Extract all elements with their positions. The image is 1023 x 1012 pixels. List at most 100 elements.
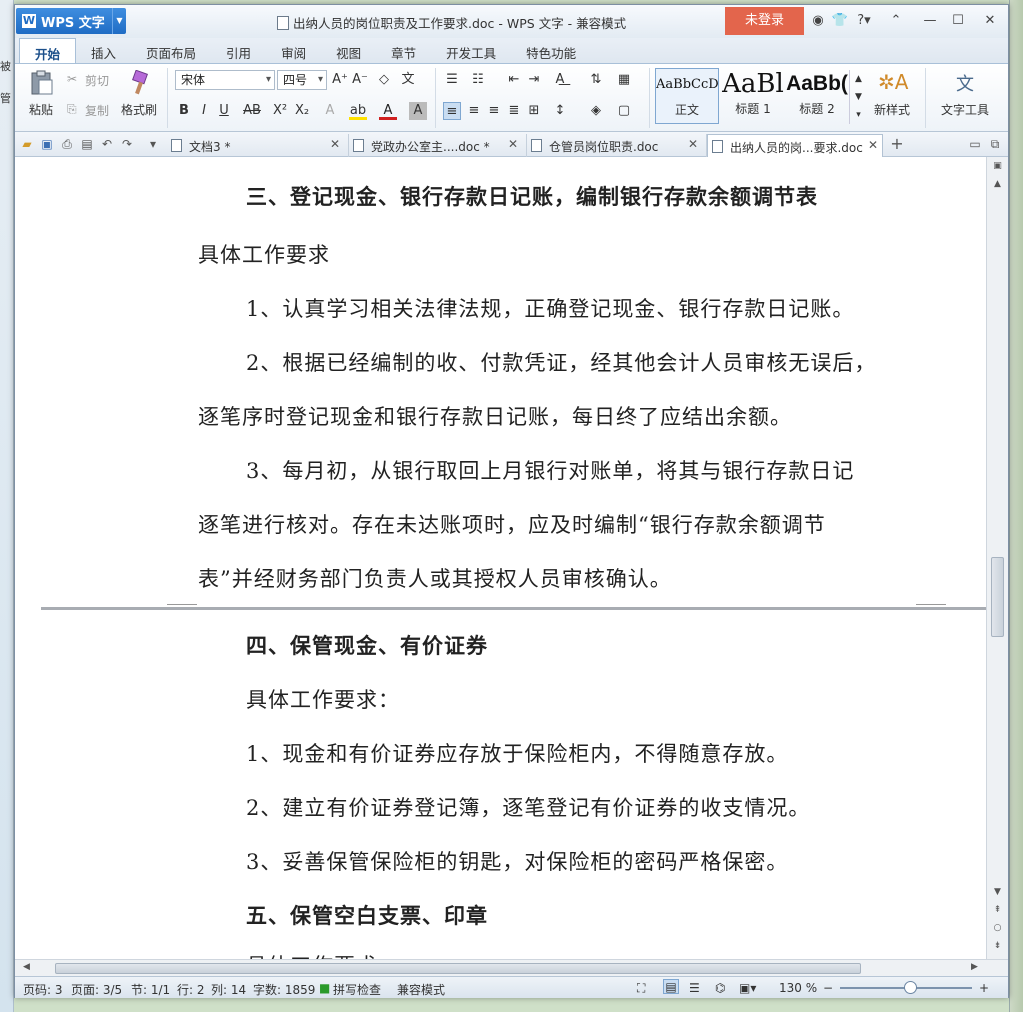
zoom-level[interactable]: 130 % <box>779 981 817 995</box>
quick-access-menu-icon[interactable]: ▾ <box>145 137 161 151</box>
text-tools-button[interactable]: 文 文字工具 <box>933 70 997 118</box>
bullets-icon[interactable]: ☰ <box>443 71 461 89</box>
tab-section[interactable]: 章节 <box>376 38 431 63</box>
shirt-icon[interactable]: 👕 <box>831 12 849 30</box>
line-spacing-icon[interactable]: ↕ <box>551 102 569 120</box>
text-paragraph[interactable]: 具体工作要求： <box>246 684 400 714</box>
char-shading-icon[interactable]: A <box>409 102 427 120</box>
text-paragraph[interactable]: 1、现金和有价证券应存放于保险柜内，不得随意存放。 <box>246 738 788 768</box>
tab-page-layout[interactable]: 页面布局 <box>131 38 211 63</box>
text-paragraph[interactable]: 逐笔序时登记现金和银行存款日记账，每日终了应结出余额。 <box>198 401 792 431</box>
align-right-icon[interactable]: ≡ <box>485 102 503 120</box>
clear-format-icon[interactable]: ◇ <box>375 71 393 89</box>
heading-paragraph[interactable]: 四、保管现金、有价证券 <box>246 630 488 660</box>
chevron-down-icon[interactable]: ▼ <box>112 8 126 34</box>
zoom-slider-knob[interactable] <box>904 981 917 994</box>
text-paragraph[interactable]: 3、妥善保管保险柜的钥匙，对保险柜的密码严格保密。 <box>246 846 788 876</box>
browse-object-icon[interactable]: ○ <box>990 923 1005 933</box>
grow-font-icon[interactable]: A⁺ <box>331 71 349 89</box>
shrink-font-icon[interactable]: A⁻ <box>351 71 369 89</box>
spell-check-toggle[interactable]: 拼写检查 <box>333 981 381 998</box>
heading-paragraph[interactable]: 五、保管空白支票、印章 <box>246 900 488 930</box>
document-canvas[interactable]: 三、登记现金、银行存款日记账，编制银行存款余额调节表 具体工作要求 1、认真学习… <box>15 157 986 959</box>
tab-insert[interactable]: 插入 <box>76 38 131 63</box>
font-name-select[interactable]: 宋体 <box>175 70 275 90</box>
increase-indent-icon[interactable]: ⇥ <box>525 71 543 89</box>
style-heading-2[interactable]: AaBb( 标题 2 <box>785 68 849 124</box>
text-direction-icon[interactable]: A͟ <box>551 71 569 89</box>
subscript-icon[interactable]: X₂ <box>293 102 311 120</box>
tab-review[interactable]: 审阅 <box>266 38 321 63</box>
italic-icon[interactable]: I <box>195 102 213 120</box>
cut-label[interactable]: 剪切 <box>85 72 109 89</box>
redo-icon[interactable]: ↷ <box>119 137 135 151</box>
text-paragraph[interactable]: 1、认真学习相关法律法规，正确登记现金、银行存款日记账。 <box>246 293 854 323</box>
highlight-icon[interactable]: ab <box>349 102 367 120</box>
tab-list-icon[interactable]: ▭ <box>967 137 983 151</box>
open-folder-icon[interactable]: ▰ <box>19 137 35 151</box>
help-icon[interactable]: ?▾ <box>855 12 873 30</box>
close-icon[interactable]: ✕ <box>981 12 999 30</box>
format-painter-button[interactable]: 格式刷 <box>115 69 163 118</box>
fullscreen-view-icon[interactable]: ⛶ <box>637 981 645 996</box>
undo-icon[interactable]: ↶ <box>99 137 115 151</box>
table-icon[interactable]: ▦ <box>615 71 633 89</box>
split-view-icon[interactable]: ▣ <box>990 161 1005 171</box>
borders-icon[interactable]: ▢ <box>615 102 633 120</box>
print-icon[interactable]: ⎙ <box>59 137 75 152</box>
style-heading-1[interactable]: AaBl 标题 1 <box>721 68 785 124</box>
page[interactable]: 四、保管现金、有价证券 具体工作要求： 1、现金和有价证券应存放于保险柜内，不得… <box>41 610 986 959</box>
tab-restore-icon[interactable]: ⧉ <box>987 137 1003 152</box>
close-icon[interactable]: ✕ <box>868 138 878 152</box>
superscript-icon[interactable]: X² <box>271 102 289 120</box>
close-icon[interactable]: ✕ <box>330 137 340 151</box>
doc-tab[interactable]: 仓管员岗位职责.doc ✕ <box>527 134 707 157</box>
pinyin-icon[interactable]: 文 <box>399 71 417 89</box>
skin-icon[interactable]: ◉ <box>809 12 827 30</box>
login-button[interactable]: 未登录 <box>725 7 804 35</box>
web-view-icon[interactable]: ⌬ <box>715 981 725 995</box>
doc-tab[interactable]: 党政办公室主....doc * ✕ <box>349 134 527 157</box>
text-paragraph[interactable]: 具体工作要求 <box>198 239 330 269</box>
doc-tab-active[interactable]: 出纳人员的岗...要求.doc ✕ <box>707 134 883 157</box>
tab-references[interactable]: 引用 <box>211 38 266 63</box>
scroll-down-icon[interactable]: ▼ <box>990 887 1005 897</box>
copy-icon[interactable]: ⎘ <box>67 102 77 117</box>
doc-tab[interactable]: 文档3 * ✕ <box>167 134 349 157</box>
styles-scroll-icon[interactable]: ▲ ▼ ▾ <box>849 70 867 124</box>
text-paragraph[interactable]: 3、每月初，从银行取回上月银行对账单，将其与银行存款日记 <box>246 455 854 485</box>
text-paragraph[interactable]: 2、根据已经编制的收、付款凭证，经其他会计人员审核无误后， <box>246 347 876 377</box>
next-page-icon[interactable]: ⇟ <box>990 941 1005 951</box>
scissors-icon[interactable]: ✂ <box>67 72 77 86</box>
close-icon[interactable]: ✕ <box>508 137 518 151</box>
text-paragraph[interactable]: 逐笔进行核对。存在未达账项时，应及时编制“银行存款余额调节 <box>198 509 826 539</box>
scroll-left-icon[interactable]: ◀ <box>19 962 34 972</box>
new-tab-icon[interactable]: + <box>889 134 905 153</box>
text-paragraph[interactable]: 表”并经财务部门负责人或其授权人员审核确认。 <box>198 563 672 593</box>
new-style-button[interactable]: ✲A 新样式 <box>867 70 917 118</box>
underline-icon[interactable]: U <box>215 102 233 120</box>
vertical-scrollbar[interactable]: ▣ ▲ ▼ ⇞ ○ ⇟ <box>986 157 1008 959</box>
scroll-right-icon[interactable]: ▶ <box>967 962 982 972</box>
text-paragraph[interactable]: 具体工作要求 <box>246 950 378 959</box>
horizontal-scroll-thumb[interactable] <box>55 963 861 974</box>
fill-color-icon[interactable]: ◈ <box>587 102 605 120</box>
distribute-icon[interactable]: ⊞ <box>525 102 543 120</box>
decrease-indent-icon[interactable]: ⇤ <box>505 71 523 89</box>
zoom-in-icon[interactable]: + <box>979 981 989 995</box>
heading-paragraph[interactable]: 三、登记现金、银行存款日记账，编制银行存款余额调节表 <box>246 181 818 211</box>
text-effect-icon[interactable]: A <box>321 102 339 120</box>
reading-mode-icon[interactable]: ▣▾ <box>739 981 756 995</box>
save-icon[interactable]: ▣ <box>39 137 55 151</box>
horizontal-scrollbar[interactable]: ◀ ▶ <box>15 959 1008 976</box>
scroll-up-icon[interactable]: ▲ <box>990 179 1005 189</box>
app-menu-button[interactable]: W WPS 文字 ▼ <box>16 8 126 34</box>
paste-button[interactable]: 粘贴 <box>21 70 61 118</box>
tab-features[interactable]: 特色功能 <box>511 38 591 63</box>
strikethrough-icon[interactable]: AB <box>243 102 261 120</box>
vertical-scroll-thumb[interactable] <box>991 557 1004 637</box>
tab-view[interactable]: 视图 <box>321 38 376 63</box>
print-preview-icon[interactable]: ▤ <box>79 137 95 151</box>
outline-view-icon[interactable]: ☰ <box>689 981 700 995</box>
font-size-select[interactable]: 四号 <box>277 70 327 90</box>
